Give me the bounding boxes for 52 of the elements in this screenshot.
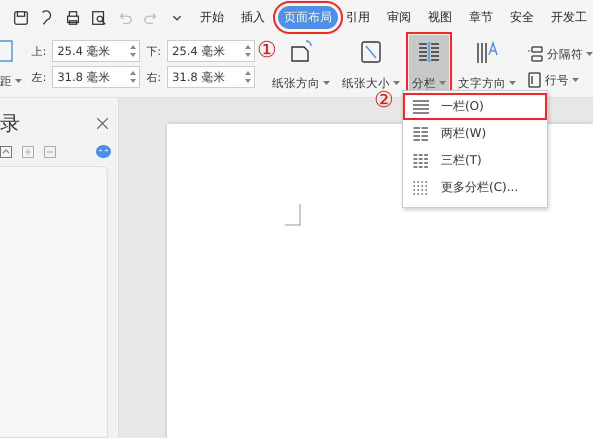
- columns-icon: [413, 126, 429, 142]
- margin-label: 上:: [32, 44, 46, 58]
- plus-icon[interactable]: [22, 146, 34, 158]
- margin-field[interactable]: 25.4 毫米: [52, 40, 140, 62]
- collapse-icon[interactable]: [0, 146, 12, 158]
- print-icon[interactable]: [64, 8, 82, 26]
- ribbon-button[interactable]: 分隔符: [528, 46, 593, 62]
- step-number: ②: [374, 90, 394, 112]
- columns-icon: [413, 180, 429, 196]
- menu-tab[interactable]: 引用: [342, 6, 374, 29]
- line-number-icon: [528, 72, 542, 88]
- menu-item[interactable]: 两栏(W): [403, 120, 547, 147]
- save-icon[interactable]: [12, 8, 30, 26]
- caret-icon: [509, 81, 516, 86]
- caret-icon: [572, 78, 579, 82]
- menu-tab[interactable]: 章节: [465, 6, 497, 29]
- margin-corner-mark: [285, 204, 301, 226]
- columns-icon: [413, 98, 429, 114]
- menu-tab[interactable]: 审阅: [383, 6, 415, 29]
- caret-icon: [586, 52, 593, 56]
- margins-button[interactable]: 距: [0, 74, 22, 89]
- spinner-arrows-icon[interactable]: [244, 43, 252, 59]
- margin-label: 左:: [32, 70, 46, 84]
- margin-field[interactable]: 31.8 毫米: [52, 66, 140, 88]
- menu-tab[interactable]: 开始: [196, 6, 228, 29]
- caret-icon: [393, 81, 400, 86]
- caret-icon: [323, 81, 330, 86]
- caret-icon: [15, 79, 22, 84]
- ribbon-button[interactable]: 行号: [528, 72, 593, 88]
- columns-icon: [416, 39, 442, 65]
- panel-title: 录: [0, 110, 20, 137]
- margin-field[interactable]: 25.4 毫米: [167, 40, 256, 62]
- page-break-icon: [528, 46, 544, 62]
- close-icon[interactable]: [97, 118, 108, 129]
- menu-tab[interactable]: 插入: [237, 6, 269, 29]
- spinner-arrows-icon[interactable]: [129, 43, 138, 59]
- menu-tab[interactable]: 安全: [506, 6, 538, 29]
- print-preview-icon[interactable]: [90, 8, 108, 26]
- menu-item[interactable]: 更多分栏(C)...: [403, 174, 547, 201]
- minus-icon[interactable]: [44, 146, 56, 158]
- menu-tab[interactable]: 开发工: [547, 6, 591, 29]
- columns-icon: [413, 152, 429, 168]
- step-number: ①: [257, 40, 277, 62]
- spinner-arrows-icon[interactable]: [244, 69, 252, 85]
- menu-tab[interactable]: 视图: [424, 6, 456, 29]
- margin-label: 下:: [146, 44, 162, 58]
- margin-label: 右:: [146, 70, 162, 84]
- spinner-arrows-icon[interactable]: [129, 69, 138, 85]
- assistant-icon[interactable]: [96, 145, 111, 158]
- margin-field[interactable]: 31.8 毫米: [167, 66, 256, 88]
- menu-item[interactable]: 三栏(T): [403, 147, 547, 174]
- caret-icon: [439, 81, 446, 86]
